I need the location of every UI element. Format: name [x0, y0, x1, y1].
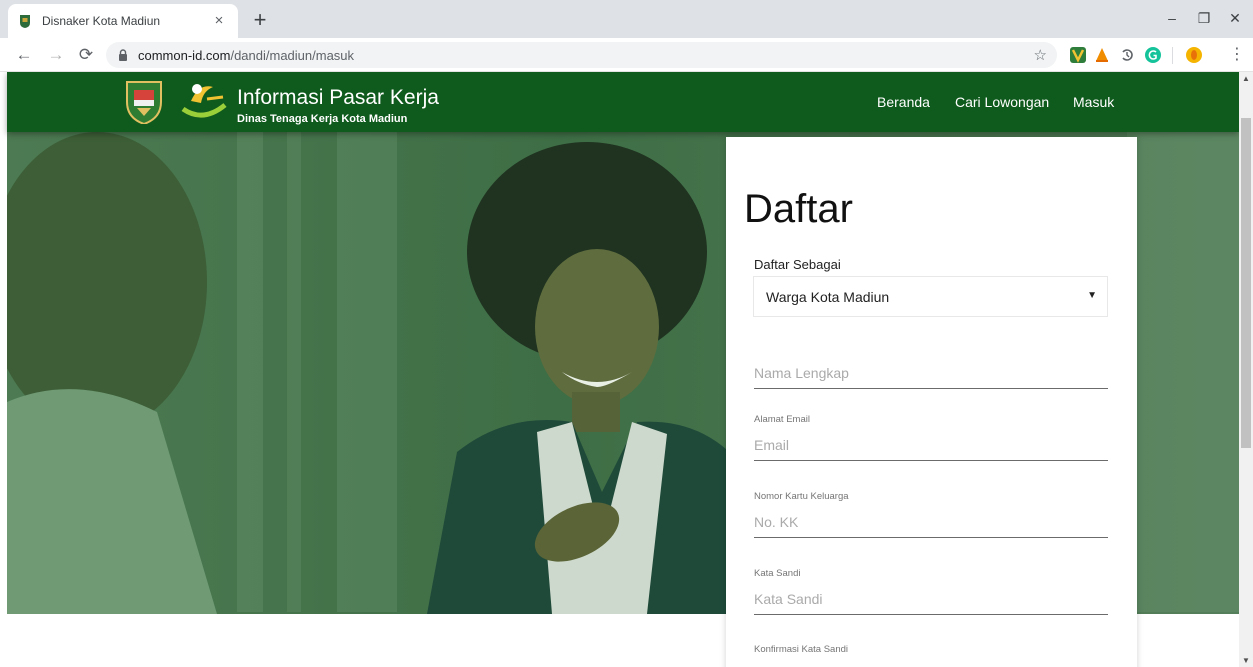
scroll-down-icon[interactable]: ▼ — [1242, 656, 1250, 665]
register-as-value: Warga Kota Madiun — [766, 289, 890, 305]
site-navbar: Informasi Pasar Kerja Dinas Tenaga Kerja… — [7, 72, 1239, 132]
register-as-label: Daftar Sebagai — [754, 257, 841, 272]
register-as-select[interactable]: Warga Kota Madiun ▼ — [753, 276, 1108, 317]
ext-history-icon[interactable] — [1119, 47, 1135, 63]
site-favicon-icon — [20, 15, 30, 28]
ext-grammarly-icon[interactable] — [1145, 47, 1161, 63]
chevron-down-icon: ▼ — [1087, 290, 1097, 301]
url-host: common-id.com — [138, 47, 231, 63]
window-close-button[interactable]: ✕ — [1220, 6, 1250, 30]
brand-subtitle: Dinas Tenaga Kerja Kota Madiun — [237, 113, 408, 125]
ext-vim-icon[interactable] — [1070, 47, 1086, 63]
email-label: Alamat Email — [754, 414, 810, 425]
ext-vlc-icon[interactable] — [1094, 47, 1110, 63]
form-title: Daftar — [744, 187, 853, 231]
url-path: /dandi/madiun/masuk — [230, 47, 355, 63]
scroll-up-icon[interactable]: ▲ — [1242, 74, 1250, 83]
browser-menu-icon[interactable]: ⋮ — [1229, 46, 1245, 64]
confirm-password-input[interactable] — [754, 663, 1108, 667]
page-scrollbar[interactable]: ▲ ▼ — [1239, 72, 1253, 667]
email-input[interactable]: Email — [754, 433, 1108, 461]
madiun-city-emblem-icon[interactable] — [123, 78, 165, 124]
scrollbar-thumb[interactable] — [1241, 118, 1251, 448]
kk-number-input[interactable]: No. KK — [754, 510, 1108, 538]
browser-tabstrip: Disnaker Kota Madiun × + – ❐ ✕ — [0, 0, 1253, 38]
password-placeholder: Kata Sandi — [754, 591, 823, 607]
browser-toolbar: ← → ⟳ common-id.com/dandi/madiun/masuk ☆… — [0, 38, 1253, 72]
confirm-password-label: Konfirmasi Kata Sandi — [754, 644, 848, 655]
registration-card: Daftar Daftar Sebagai Warga Kota Madiun … — [726, 137, 1137, 667]
kk-label: Nomor Kartu Keluarga — [754, 491, 849, 502]
toolbar-divider — [1172, 47, 1173, 64]
brand-title[interactable]: Informasi Pasar Kerja — [237, 86, 439, 110]
back-button[interactable]: ← — [12, 43, 36, 67]
window-restore-button[interactable]: ❐ — [1189, 6, 1219, 30]
tab-title: Disnaker Kota Madiun — [42, 14, 161, 28]
ext-profile-icon[interactable] — [1186, 47, 1202, 63]
lock-icon — [119, 49, 127, 61]
password-label: Kata Sandi — [754, 568, 801, 579]
full-name-placeholder: Nama Lengkap — [754, 365, 849, 381]
reload-button[interactable]: ⟳ — [74, 43, 98, 67]
disnaker-logo-icon[interactable] — [177, 79, 229, 123]
window-minimize-button[interactable]: – — [1157, 6, 1187, 30]
nav-link-cari-lowongan[interactable]: Cari Lowongan — [955, 94, 1049, 110]
password-input[interactable]: Kata Sandi — [754, 587, 1108, 615]
new-tab-button[interactable]: + — [248, 9, 272, 33]
address-bar[interactable]: common-id.com/dandi/madiun/masuk ☆ — [106, 42, 1057, 68]
kk-placeholder: No. KK — [754, 514, 799, 530]
page-viewport: Informasi Pasar Kerja Dinas Tenaga Kerja… — [0, 72, 1239, 667]
bookmark-star-icon[interactable]: ☆ — [1034, 46, 1047, 64]
email-placeholder: Email — [754, 437, 790, 453]
full-name-input[interactable]: Nama Lengkap — [754, 361, 1108, 389]
forward-button[interactable]: → — [44, 43, 68, 67]
tab-close-icon[interactable]: × — [210, 12, 228, 30]
nav-link-masuk[interactable]: Masuk — [1073, 94, 1114, 110]
browser-tab[interactable]: Disnaker Kota Madiun × — [8, 4, 238, 38]
nav-link-beranda[interactable]: Beranda — [877, 94, 930, 110]
